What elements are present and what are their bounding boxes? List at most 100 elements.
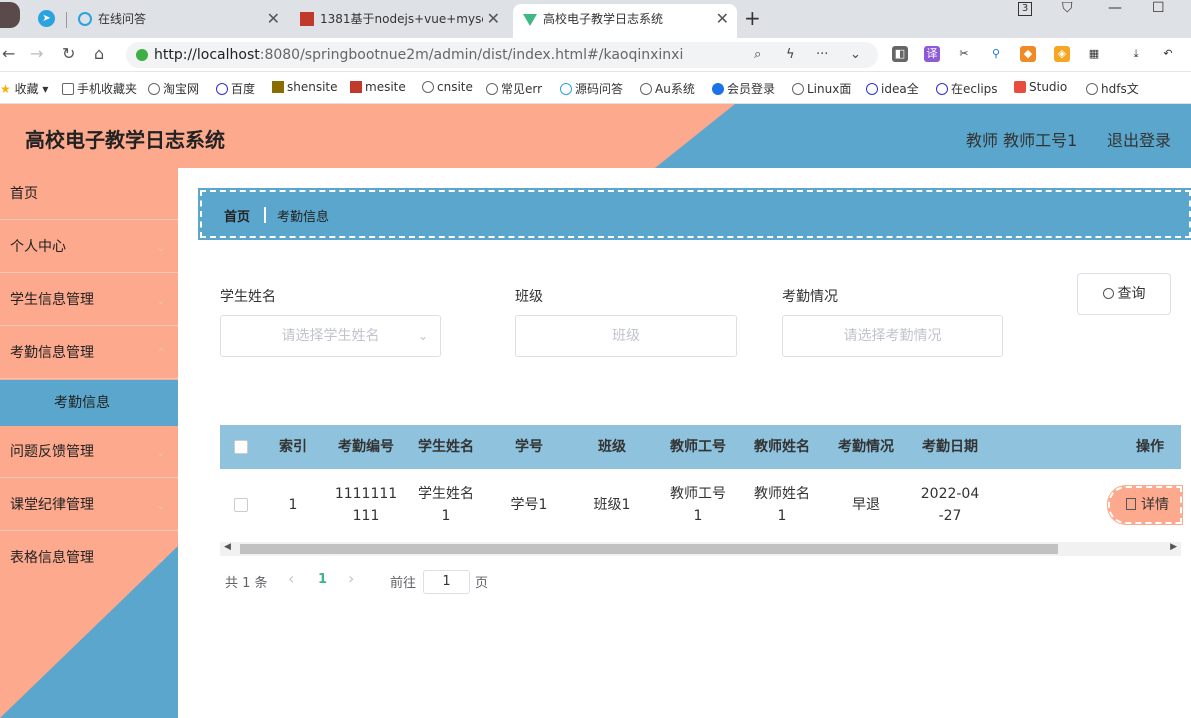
scissors-icon[interactable]: ✂ [956,46,972,62]
shirt-icon[interactable]: ⛉ [1062,0,1073,16]
chevron-down-icon: ⌄ [155,445,166,459]
bookmark-item[interactable]: hdfs文 [1086,80,1139,97]
goto-page-input[interactable]: 1 [423,570,470,594]
bookmark-item[interactable]: 常见err [486,80,542,97]
globe-icon [422,81,434,93]
sidebar-item-discipline[interactable]: 课堂纪律管理 ⌄ [0,479,178,531]
detail-button[interactable]: 详情 [1107,485,1183,525]
column-header: 学生姓名 [418,439,474,455]
new-tab-button[interactable]: + [744,6,761,30]
chevron-down-icon: ⌄ [155,240,166,254]
scroll-left-icon[interactable]: ◀ [224,542,231,552]
tab-close-icon[interactable]: ✕ [482,4,500,34]
cell-student-name: 学生姓名 1 [418,486,474,524]
extension-icon[interactable]: ◧ [892,46,908,62]
bookmark-item[interactable]: cnsite [422,80,473,94]
home-icon[interactable]: ⌂ [94,44,104,63]
row-checkbox[interactable] [234,498,248,512]
header-diagonal [655,104,735,168]
cell-attendance-date: 2022-04 -27 [920,486,980,524]
next-page-button[interactable]: › [348,569,354,588]
maximize-icon[interactable]: ☐ [1152,0,1165,16]
globe-icon [640,83,652,95]
breadcrumb-home[interactable]: 首页 [224,206,250,225]
zoom-icon[interactable]: ⌕ [754,42,761,68]
page-number-current[interactable]: 1 [318,572,327,587]
bookmark-item[interactable]: 会员登录 [712,80,775,97]
prev-page-button[interactable]: ‹ [288,569,294,588]
cell-class: 班级1 [593,497,631,513]
app-header: 高校电子教学日志系统 教师 教师工号1 退出登录 [0,104,1191,168]
bookmark-item[interactable]: idea全 [866,80,919,97]
bookmark-item[interactable]: 在eclips [936,80,998,97]
sidebar-item-forms[interactable]: 表格信息管理 ⌄ [0,532,178,584]
browser-tab-2[interactable]: 1381基于nodejs+vue+mysql ✕ [300,4,508,38]
class-input[interactable]: 班级 [515,315,737,357]
telegram-icon[interactable]: ➤ [38,10,55,27]
select-all-checkbox[interactable] [234,440,248,454]
chevron-down-icon: ⌄ [155,293,166,307]
reload-icon[interactable]: ↻ [62,44,75,63]
cell-teacher-no: 教师工号 1 [670,486,726,524]
logout-link[interactable]: 退出登录 [1107,127,1171,151]
tab-close-icon[interactable]: ✕ [716,4,729,34]
sidebar-item-feedback[interactable]: 问题反馈管理 ⌄ [0,426,178,478]
tab-count-icon[interactable]: 3 [1018,2,1032,16]
browser-tab-1[interactable]: 在线问答 ✕ [78,4,288,38]
attendance-status-select[interactable]: 请选择考勤情况 [782,315,1003,357]
bookmark-item[interactable]: 手机收藏夹 [62,80,137,97]
sidebar-item-profile[interactable]: 个人中心 ⌄ [0,221,178,273]
cell-attendance-code: 1111111 111 [334,486,398,524]
table-horizontal-scrollbar[interactable]: ◀ ▶ [220,542,1181,556]
search-extension-icon[interactable]: ⚲ [988,46,1004,62]
game-icon[interactable]: ◆ [1020,46,1036,62]
student-name-select[interactable]: 请选择学生姓名 ⌄ [220,315,441,357]
column-header: 操作 [1136,439,1164,455]
bookmark-item[interactable]: 百度 [216,80,255,97]
bookmarks-bar: ★ 收藏 ▾ 手机收藏夹 淘宝网 百度 shensite mesite cnsi… [0,72,1191,104]
download-icon[interactable]: ⤓ [1128,46,1144,62]
sidebar-item-home[interactable]: 首页 [0,168,178,220]
bookmark-item[interactable]: ★ 收藏 ▾ [0,80,48,97]
bookmark-item[interactable]: 淘宝网 [148,80,199,97]
lightning-icon[interactable]: ϟ [786,42,795,68]
bookmark-item[interactable]: Au系统 [640,80,695,97]
breadcrumb-separator [264,207,266,223]
cell-student-no: 学号1 [510,497,548,513]
translate-icon[interactable]: 译 [924,46,940,62]
undo-icon[interactable]: ↶ [1160,46,1176,62]
scrollbar-thumb[interactable] [240,544,1058,554]
sidebar-item-attendance[interactable]: 考勤信息管理 ⌃ [0,327,178,379]
tab-label: 高校电子教学日志系统 [543,12,664,26]
sidebar-item-students[interactable]: 学生信息管理 ⌄ [0,274,178,326]
globe-icon [148,83,160,95]
minimize-icon[interactable]: — [1108,0,1122,16]
url-path: :8080/springbootnue2m/admin/dist/index.h… [259,47,684,63]
cell-attendance-status: 早退 [852,497,880,513]
swirl-icon [560,83,572,95]
tab-close-icon[interactable]: ✕ [267,4,280,34]
bookmark-item[interactable]: shensite [272,80,338,94]
current-user: 教师 教师工号1 [966,131,1078,150]
forward-icon[interactable]: → [30,44,43,63]
bookmark-item[interactable]: 源码问答 [560,80,623,97]
bookmark-item[interactable]: mesite [350,80,406,94]
bookmark-item[interactable]: Linux面 [792,80,851,97]
back-icon[interactable]: ← [2,44,15,63]
scroll-right-icon[interactable]: ▶ [1170,542,1177,552]
sidebar-subitem-attendance-info[interactable]: 考勤信息 [0,380,178,426]
apps-grid-icon[interactable]: ▦ [1086,46,1102,62]
more-icon[interactable]: ··· [816,42,828,68]
browser-tab-active[interactable]: 高校电子教学日志系统 ✕ [513,4,737,38]
goto-label: 前往 [390,576,417,591]
url-field[interactable]: http://localhost:8080/springbootnue2m/ad… [126,42,878,68]
chevron-down-icon[interactable]: ⌄ [850,42,861,68]
bookmark-item[interactable]: Studio [1014,80,1067,94]
cell-teacher-name: 教师姓名 1 [754,486,810,524]
student-name-label: 学生姓名 [220,289,276,305]
shield-icon[interactable]: ◈ [1054,46,1070,62]
query-button[interactable]: 查询 [1077,273,1171,315]
vue-favicon-icon [523,14,537,26]
profile-avatar[interactable] [0,2,20,28]
chevron-down-icon: ⌄ [155,498,166,512]
